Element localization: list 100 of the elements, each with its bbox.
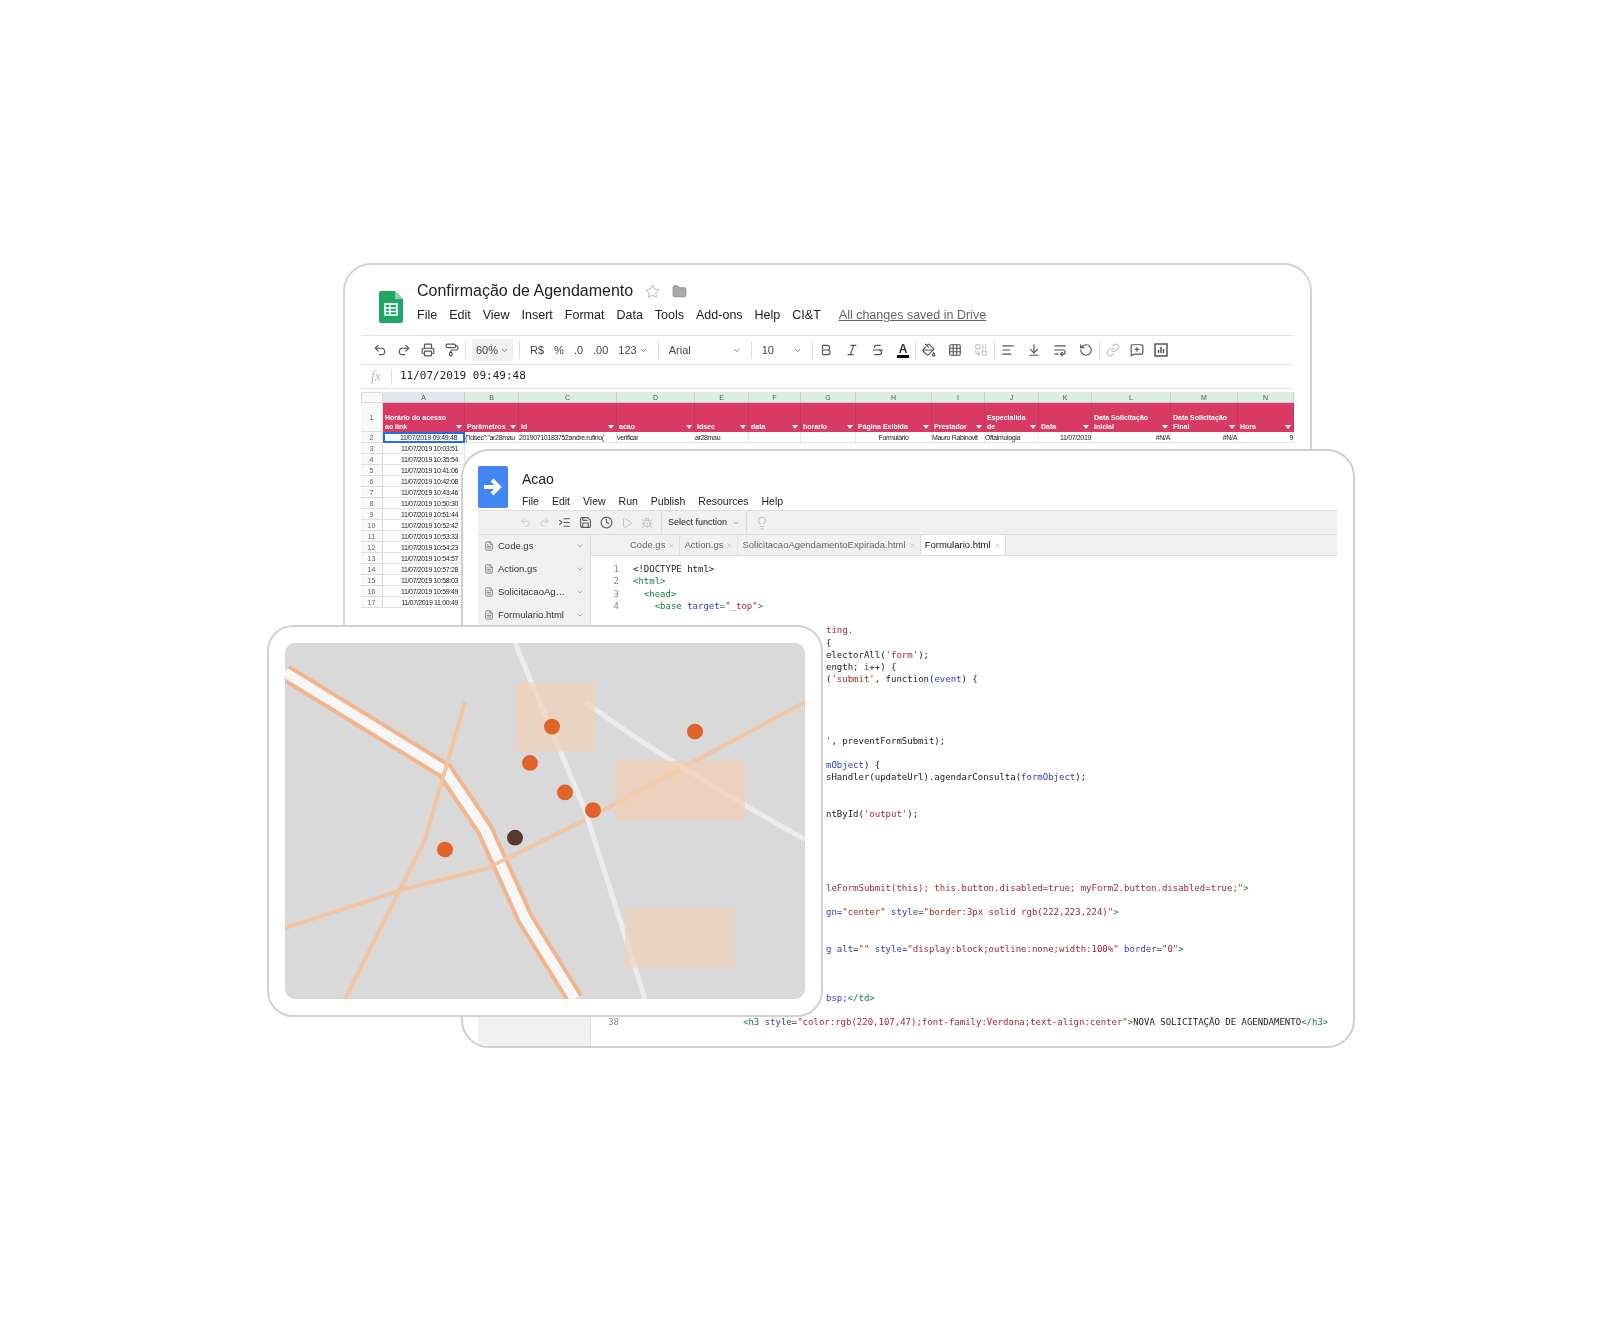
menu-item[interactable]: CI&T [792,306,821,325]
menu-item[interactable]: Add-ons [696,306,743,325]
menu-item[interactable]: Edit [449,306,471,325]
menu-item[interactable]: Insert [521,306,553,325]
filter-icon[interactable] [740,425,746,429]
filter-icon[interactable] [1083,425,1089,429]
currency-button[interactable]: R$ [526,339,549,361]
project-title[interactable]: Acao [522,469,784,490]
strikethrough-icon[interactable] [870,343,885,357]
file-tab[interactable]: Action.gs [680,535,739,555]
file-tab[interactable]: SolicitacaoAgendamentoExpirada.html [738,535,921,555]
code-line: sHandler(updateUrl).agendarConsulta(formObject); [826,771,1087,784]
file-icon [484,587,494,597]
chart-icon[interactable] [1154,343,1169,357]
filter-icon[interactable] [923,425,929,429]
code-line: g alt="" style="display:block;outline:none;width:100%" border="0"> [826,942,1184,955]
print-icon[interactable] [421,343,435,357]
formula-field[interactable]: 11/07/2019 09:49:48 [400,368,526,385]
file-tab[interactable]: Formulario.html [920,535,1006,555]
menu-item[interactable]: Data [616,306,643,325]
menu-item[interactable]: View [583,494,606,510]
function-dropdown[interactable]: Select function [661,510,748,535]
font-dropdown[interactable]: Arial [664,339,745,361]
indent-icon[interactable] [558,516,571,529]
line-number: 4 [612,599,619,612]
filter-icon[interactable] [976,425,982,429]
fill-color-icon[interactable] [922,343,937,357]
zoom-dropdown[interactable]: 60% [472,339,514,361]
code-line: ('submit', function(event) { [826,673,978,686]
menu-item[interactable]: Tools [654,306,685,325]
decrease-decimals-button[interactable]: .0 [569,339,588,361]
undo-icon[interactable] [373,343,387,357]
folder-icon[interactable] [672,283,688,299]
file-tab[interactable]: Code.gs [626,535,681,555]
menu-item[interactable]: Help [754,306,781,325]
file-icon [484,541,494,551]
file-icon [484,564,494,574]
save-status-link[interactable]: All changes saved in Drive [838,306,987,325]
menu-item[interactable]: Help [761,494,784,510]
code-line: { [826,636,832,649]
code-line: <base target="_top"> [653,599,764,612]
text-rotation-icon[interactable] [1079,343,1094,357]
file-icon [484,610,494,620]
menu-item[interactable]: File [417,306,438,325]
menu-item[interactable]: Edit [551,494,570,510]
line-number: 3 [612,587,619,600]
filter-icon[interactable] [686,425,692,429]
clock-icon[interactable] [600,516,613,529]
font-size-dropdown[interactable]: 10 [757,339,806,361]
more-formats-dropdown[interactable]: 123 [614,339,652,361]
filter-icon[interactable] [847,425,853,429]
script-logo-icon[interactable] [478,466,508,508]
filter-icon[interactable] [1229,425,1235,429]
text-wrap-icon[interactable] [1053,343,1068,357]
code-line: leFormSubmit(this); this.button.disabled=true; myForm2.button.disabled=true;"> [826,881,1249,894]
code-line: electorAll('form'); [826,648,929,661]
code-line: <!DOCTYPE html> [633,563,715,576]
filter-icon[interactable] [1285,425,1291,429]
vertical-align-icon[interactable] [1027,343,1042,357]
spreadsheet-logo-icon[interactable] [379,291,403,323]
code-line: mObject) { [826,759,881,772]
file-name: Formulario.html [498,607,565,622]
file-name: SolicitacaoAg… [498,584,567,599]
paint-format-icon[interactable] [445,343,459,357]
menu-item[interactable]: Publish [650,494,686,510]
line-number: 1 [612,563,619,576]
align-icon[interactable] [1001,343,1016,357]
filter-icon[interactable] [792,425,798,429]
filter-icon[interactable] [608,425,614,429]
code-line: gn="center" style="border:3px solid rgb(222,223,224)"> [826,906,1119,919]
save-icon[interactable] [579,516,592,529]
text-color-button[interactable]: A [896,342,910,358]
file-name: Code.gs [498,538,535,553]
menu-item[interactable]: Format [564,306,605,325]
star-icon[interactable] [645,283,661,299]
percent-button[interactable]: % [550,339,568,361]
filter-icon[interactable] [1030,425,1036,429]
filter-icon[interactable] [456,425,462,429]
borders-icon[interactable] [948,343,963,357]
table-cell [749,432,801,443]
menu-item[interactable]: Run [618,494,638,510]
code-line: ength; i++) { [826,661,897,674]
line-number: 38 [607,1016,619,1029]
menu-item[interactable]: File [522,494,539,510]
code-line: <html> [633,575,666,588]
italic-icon[interactable] [844,343,859,357]
code-line: ntById('output'); [826,808,919,821]
merge-cells-icon[interactable] [974,343,989,357]
document-title[interactable]: Confirmação de Agendamento [417,279,634,303]
line-number: 2 [612,575,619,588]
redo-icon[interactable] [397,343,411,357]
increase-decimals-button[interactable]: .00 [589,339,613,361]
filter-icon[interactable] [1162,425,1168,429]
table-cell [801,432,856,443]
code-line: ting. [826,624,854,637]
code-line: bsp;</td> [826,991,875,1004]
comment-icon[interactable] [1130,343,1145,357]
filter-icon[interactable] [510,425,516,429]
menu-item[interactable]: Resources [698,494,749,510]
menu-item[interactable]: View [482,306,510,325]
